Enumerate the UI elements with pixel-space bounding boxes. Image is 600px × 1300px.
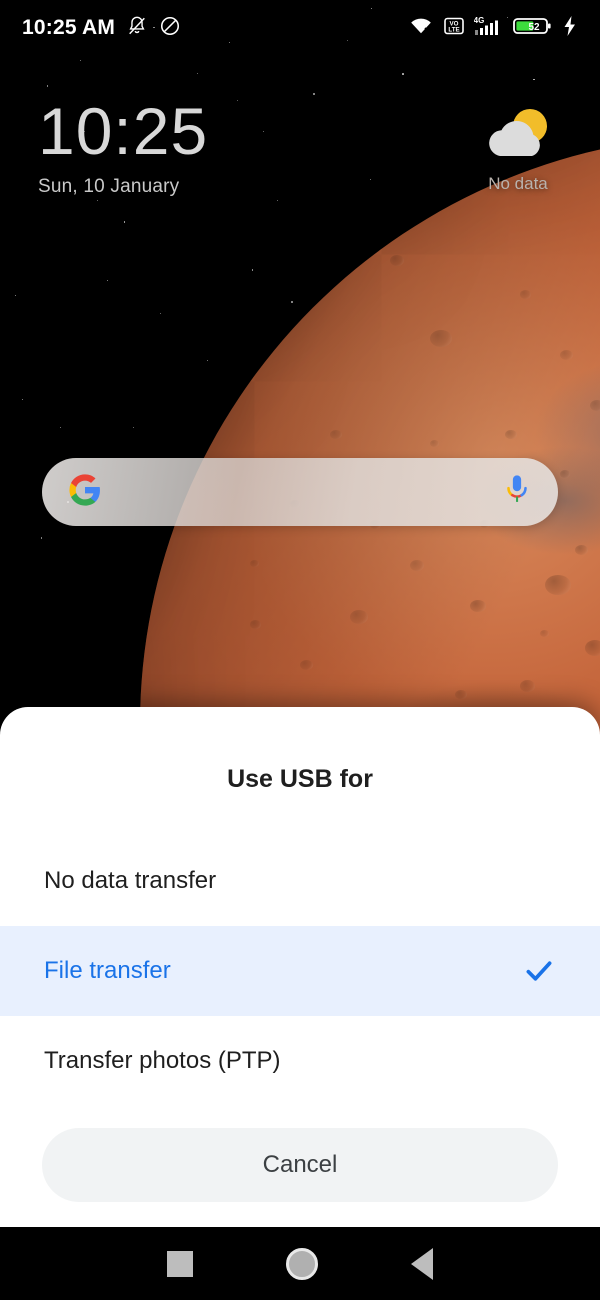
- dialog-title: Use USB for: [227, 765, 373, 793]
- sun-behind-cloud-icon: [480, 104, 556, 171]
- usb-option-row[interactable]: No data transfer: [0, 836, 600, 926]
- charging-bolt-icon: [562, 15, 578, 42]
- weather-widget[interactable]: No data: [458, 104, 578, 194]
- lockscreen-clock-widget[interactable]: 10:25 Sun, 10 January: [38, 98, 208, 198]
- home-button[interactable]: [285, 1247, 318, 1280]
- usb-option-row[interactable]: File transfer: [0, 926, 600, 1016]
- microphone-icon[interactable]: [502, 473, 532, 512]
- svg-text:LTE: LTE: [448, 26, 459, 33]
- signal-4g-icon: 4G: [474, 14, 504, 43]
- status-bar: 10:25 AM VO LTE 4G 52: [0, 0, 600, 56]
- google-g-icon[interactable]: [68, 473, 102, 512]
- status-bar-left: 10:25 AM: [22, 15, 181, 42]
- recents-button[interactable]: [166, 1250, 193, 1277]
- clock-time: 10:25: [38, 94, 209, 168]
- usb-option-label: File transfer: [44, 957, 171, 984]
- check-icon: [526, 961, 552, 981]
- navigation-bar: [0, 1227, 600, 1300]
- back-button[interactable]: [411, 1247, 434, 1280]
- svg-text:4G: 4G: [474, 16, 484, 25]
- cancel-button-wrapper: Cancel: [0, 1106, 600, 1202]
- usb-option-row[interactable]: Transfer photos (PTP): [0, 1016, 600, 1106]
- volte-icon: VO LTE: [443, 15, 465, 42]
- usb-options-list: No data transfer File transfer Transfer ph…: [0, 836, 600, 1106]
- battery-level-label: 52: [528, 22, 540, 33]
- status-bar-clock: 10:25 AM: [22, 16, 116, 39]
- battery-icon: 52: [513, 15, 553, 42]
- bell-slash-icon: [126, 15, 148, 42]
- usb-options-dialog: Use USB for No data transfer File transfe…: [0, 707, 600, 1227]
- wifi-icon: [408, 15, 434, 42]
- usb-option-label: No data transfer: [44, 867, 217, 894]
- dnd-icon: [159, 15, 181, 42]
- phone-screen: 10:25 AM VO LTE 4G 52 10:25 Sun, 10 Janu…: [0, 0, 600, 1300]
- status-bar-right: VO LTE 4G 52: [408, 14, 578, 43]
- cancel-button[interactable]: Cancel: [42, 1128, 558, 1202]
- google-search-bar[interactable]: [42, 458, 558, 526]
- weather-status: No data: [488, 174, 548, 193]
- clock-date: Sun, 10 January: [38, 176, 180, 197]
- usb-option-label: Transfer photos (PTP): [44, 1047, 281, 1074]
